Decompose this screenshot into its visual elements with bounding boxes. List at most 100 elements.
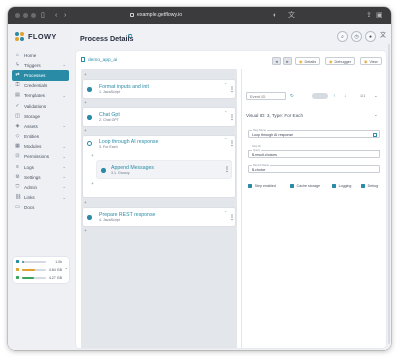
arrow-down-icon[interactable]: ↓ — [344, 93, 346, 99]
sidebar-item-storage[interactable]: ◫ Storage — [12, 111, 69, 121]
step-node[interactable]: Prepare REST response 4. JavaScript ⌃ ⋮ — [83, 208, 235, 226]
chevron-up-icon[interactable]: ⌃ — [224, 210, 227, 215]
browser-toolbar: ▯ ‹ › example.getflowy.io ◐ 文 ⇪ ▣ — [8, 7, 391, 24]
sidebar-item-home[interactable]: ⌂ Home — [12, 50, 69, 60]
arrow-up-icon[interactable]: ↑ — [333, 93, 335, 99]
translate-language-icon[interactable]: 文 — [380, 32, 386, 41]
sidebar-toggle-icon[interactable]: ▯ — [41, 11, 45, 20]
history-icon[interactable]: ◷ — [351, 31, 362, 42]
more-icon[interactable]: ⋮ — [224, 167, 230, 173]
url-text: example.getflowy.io — [137, 12, 183, 18]
sidebar-item-admin[interactable]: ⛉ Admin ⌄ — [12, 182, 69, 192]
event-toggle[interactable] — [312, 93, 328, 99]
add-nested-step-button[interactable]: + — [90, 181, 95, 186]
step-node[interactable]: Format inputs and init 1. JavaScript ⌃ ⋮ — [83, 80, 235, 98]
log-icon: ≡ — [16, 163, 19, 170]
forward-icon[interactable]: › — [64, 11, 66, 20]
details-button[interactable]: ◉ Details — [295, 57, 321, 65]
collapse-loop-icon[interactable] — [87, 141, 92, 146]
process-icon: ⇄ — [15, 71, 20, 78]
add-nested-step-button[interactable]: + — [90, 153, 95, 158]
lock-icon — [130, 12, 134, 17]
chevron-down-icon[interactable]: ⌄ — [374, 112, 378, 118]
record-name-field[interactable]: Record Name $.choice — [248, 163, 380, 173]
logo[interactable]: FLOWY — [15, 31, 57, 41]
sidebar-item-triggers[interactable]: ϟ Triggers ⌄ — [12, 60, 69, 70]
add-step-button[interactable]: + — [83, 200, 88, 205]
sidebar-item-label: Triggers — [24, 62, 41, 68]
more-icon[interactable]: ⋮ — [229, 141, 235, 147]
profile-icon[interactable]: ● — [365, 31, 376, 42]
share-icon[interactable]: ⇪ — [366, 11, 372, 20]
asset-icon: ◈ — [15, 122, 20, 129]
loop-step-node[interactable]: Loop through AI response 3. For Each ⌃ ⋮… — [83, 136, 235, 197]
copy-icon[interactable] — [373, 132, 377, 137]
storage-usage-bar — [22, 277, 46, 279]
minimize-window-button[interactable] — [23, 13, 28, 18]
sidebar-item-label: Templates — [24, 93, 45, 99]
search-icon[interactable]: ⌕ — [337, 31, 348, 42]
view-button[interactable]: ◉ View — [360, 57, 382, 65]
logging-checkbox[interactable]: Logging — [332, 184, 351, 189]
sidebar-item-validations[interactable]: ✓ Validations — [12, 101, 69, 111]
app-name[interactable]: demo_app_ai — [81, 57, 117, 63]
lightning-icon: ϟ — [16, 61, 19, 68]
event-id-input[interactable] — [246, 92, 286, 100]
more-icon[interactable]: ⋮ — [229, 115, 235, 121]
sidebar-item-links[interactable]: ⛓ Links ⌄ — [12, 193, 69, 203]
tabs-overview-icon[interactable]: ▣ — [376, 11, 383, 20]
back-icon[interactable]: ‹ — [55, 11, 57, 20]
field-value: Loop through AI response — [252, 133, 294, 137]
sidebar-item-docs[interactable]: ▭ Docs — [12, 203, 69, 213]
sidebar-item-settings[interactable]: ⚙ Settings ⌄ — [12, 172, 69, 182]
sidebar-item-label: Home — [24, 52, 37, 58]
address-bar[interactable]: example.getflowy.io — [130, 11, 200, 20]
shield-icon[interactable]: ◐ — [273, 11, 277, 20]
sidebar-item-templates[interactable]: ▤ Templates ⌄ — [12, 91, 69, 101]
more-icon[interactable]: ⋮ — [229, 87, 235, 93]
add-step-button[interactable]: + — [83, 72, 88, 77]
chevron-up-icon[interactable]: ⌃ — [224, 82, 227, 87]
nested-step-node[interactable]: Append Messages 3.1. Groovy ⋮ — [97, 161, 231, 178]
sidebar-item-permissions[interactable]: ⊡ Permissions ⌄ — [12, 152, 69, 162]
add-step-button[interactable]: + — [83, 100, 88, 105]
query-field[interactable]: Query $.result.choices — [248, 148, 380, 158]
maximize-window-button[interactable] — [31, 13, 36, 18]
collapse-panel-button[interactable]: ◂ — [272, 57, 281, 65]
sidebar-item-credentials[interactable]: ⚿ Credentials — [12, 81, 69, 91]
sidebar-item-assets[interactable]: ◈ Assets ⌄ — [12, 121, 69, 131]
sidebar-item-processes[interactable]: ⇄ Processes — [12, 70, 69, 81]
close-window-button[interactable] — [15, 13, 20, 18]
add-step-button[interactable]: + — [83, 228, 88, 233]
more-icon[interactable]: ⋮ — [229, 215, 235, 221]
checkbox-label: Step enabled — [254, 184, 276, 188]
add-step-button[interactable]: + — [83, 128, 88, 133]
expand-panel-button[interactable]: ▸ — [283, 57, 292, 65]
home-icon: ⌂ — [15, 51, 20, 58]
chevron-up-icon[interactable]: ⌃ — [65, 267, 68, 273]
module-icon: ▦ — [15, 143, 20, 150]
translate-icon[interactable]: 文 — [288, 11, 295, 20]
sidebar-item-modules[interactable]: ▦ Modules ⌄ — [12, 142, 69, 152]
process-card: demo_app_ai ◂ ▸ ◉ Details ◉ Debugger ◉ View… — [76, 51, 386, 348]
step-name-field[interactable]: Step Name Loop through AI response — [248, 128, 380, 138]
debugger-button[interactable]: ◉ Debugger — [325, 57, 356, 65]
chevron-up-icon[interactable]: ⌃ — [224, 110, 227, 115]
refresh-icon[interactable]: ↻ — [290, 93, 294, 99]
storage-row: 1.0k — [16, 259, 68, 265]
sidebar-item-logs[interactable]: ≡ Logs ⌄ — [12, 162, 69, 172]
sidebar-item-entities[interactable]: ◇ Entities — [12, 132, 69, 142]
debug-checkbox[interactable]: Debug — [361, 184, 378, 189]
chevron-up-icon[interactable]: ⌃ — [224, 137, 227, 142]
step-enabled-checkbox[interactable]: Step enabled — [248, 184, 276, 189]
cache-storage-checkbox[interactable]: Cache storage — [290, 184, 320, 189]
sidebar-item-label: Links — [24, 195, 35, 201]
sidebar-item-label: Storage — [24, 113, 41, 119]
copy-icon[interactable]: ⧉ — [128, 34, 134, 40]
chevron-down-icon[interactable]: ⌄ — [374, 93, 378, 99]
storage-color-swatch — [16, 260, 19, 263]
step-subtitle: 2. Chat GPT — [99, 118, 119, 122]
scrollbar[interactable] — [388, 44, 390, 344]
step-node[interactable]: Chat Gpt 2. Chat GPT ⌃ ⋮ — [83, 108, 235, 126]
sidebar: FLOWY ⌂ Home ϟ Triggers ⌄ ⇄ Processes ⚿ Credenti… — [8, 24, 72, 350]
